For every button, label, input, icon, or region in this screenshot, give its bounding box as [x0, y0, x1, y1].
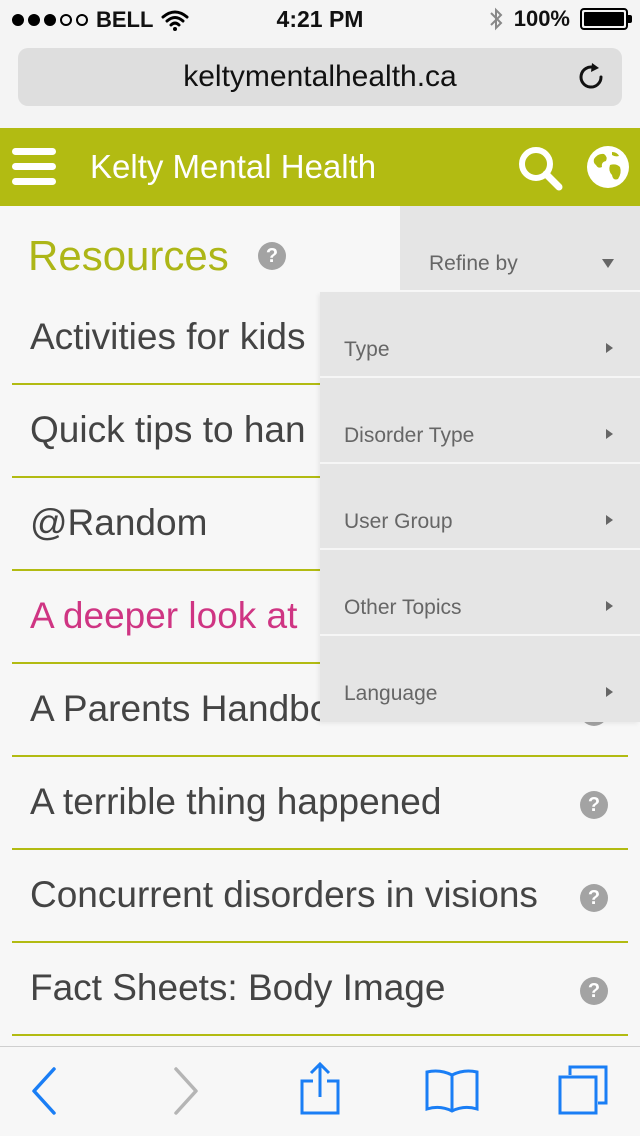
site-header: Kelty Mental Health: [0, 128, 640, 206]
caret-down-icon: [602, 259, 614, 268]
globe-icon[interactable]: [586, 145, 630, 189]
search-icon[interactable]: [516, 144, 564, 192]
list-item[interactable]: Fact Sheets: Body Image ?: [12, 943, 628, 1036]
status-bar: BELL 4:21 PM 100%: [0, 0, 640, 40]
menu-icon[interactable]: [12, 148, 56, 186]
browser-toolbar: [0, 1046, 640, 1136]
forward-icon[interactable]: [170, 1065, 202, 1117]
refine-option-language[interactable]: Language: [320, 636, 640, 722]
page-title: Resources: [28, 232, 229, 279]
help-icon[interactable]: ?: [580, 977, 608, 1005]
help-icon[interactable]: ?: [580, 884, 608, 912]
refine-by-label: Refine by: [429, 252, 518, 275]
site-title[interactable]: Kelty Mental Health: [90, 148, 376, 186]
list-item[interactable]: A terrible thing happened ?: [12, 757, 628, 850]
url-text: keltymentalhealth.ca: [183, 60, 457, 93]
address-bar[interactable]: keltymentalhealth.ca: [18, 48, 622, 106]
refine-option-disorder-type[interactable]: Disorder Type: [320, 378, 640, 464]
caret-right-icon: [606, 601, 613, 611]
refine-by-dropdown[interactable]: Refine by: [400, 206, 640, 290]
page-title-help[interactable]: ?: [258, 242, 286, 270]
caret-right-icon: [606, 429, 613, 439]
caret-right-icon: [606, 515, 613, 525]
tabs-icon[interactable]: [556, 1063, 610, 1117]
refine-option-type[interactable]: Type: [320, 292, 640, 378]
battery-icon: [580, 8, 632, 30]
list-item[interactable]: Concurrent disorders in visions ?: [12, 850, 628, 943]
bluetooth-icon: [490, 7, 503, 31]
share-icon[interactable]: [298, 1061, 342, 1117]
battery-percent: 100%: [513, 6, 570, 31]
help-icon: ?: [258, 242, 286, 270]
back-icon[interactable]: [28, 1065, 60, 1117]
caret-right-icon: [606, 687, 613, 697]
browser-address-area: keltymentalhealth.ca: [0, 40, 640, 128]
bookmarks-icon[interactable]: [424, 1067, 480, 1117]
refine-option-other-topics[interactable]: Other Topics: [320, 550, 640, 636]
help-icon[interactable]: ?: [580, 791, 608, 819]
reload-icon[interactable]: [574, 60, 608, 94]
caret-right-icon: [606, 343, 613, 353]
refine-menu: Type Disorder Type User Group Other Topi…: [320, 292, 640, 722]
refine-option-user-group[interactable]: User Group: [320, 464, 640, 550]
